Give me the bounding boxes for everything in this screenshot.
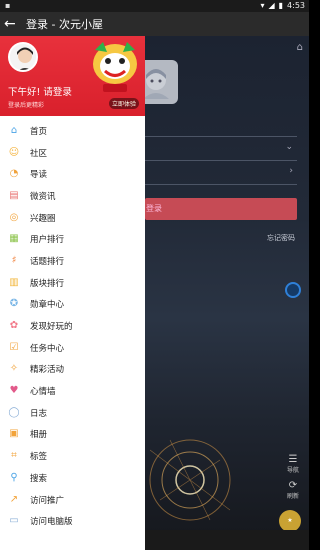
- login-button[interactable]: 登录: [145, 198, 297, 220]
- menu-item-label: 访问推广: [30, 495, 65, 506]
- page-title: 登录 - 次元小屋: [26, 18, 103, 31]
- password-field-underline: [145, 160, 297, 161]
- menu-item[interactable]: ▦ 用户排行: [0, 228, 145, 250]
- menu-item[interactable]: ⚲ 搜索: [0, 467, 145, 489]
- status-time: 4:53: [287, 1, 305, 10]
- menu-item-label: 版块排行: [30, 278, 65, 289]
- community-icon: ☺: [8, 146, 20, 158]
- menu-item[interactable]: ↗ 访问推广: [0, 489, 145, 511]
- menu-item-label: 勋章中心: [30, 300, 65, 311]
- menu-item[interactable]: ▣ 相册: [0, 424, 145, 446]
- status-icons: ▾ ◢ ▮ 4:53: [260, 1, 305, 10]
- board-rank-icon: ▥: [9, 276, 19, 288]
- mood-wall-icon: ♥: [9, 385, 19, 397]
- interest-circle-icon: ◎: [9, 211, 19, 223]
- drawer-menu: ⌂ 首页 ☺ 社区 ◔ 导读 ▤ 微资讯 ◎ 兴趣圈 ▦ 用户排行 ♯ 话题排行 ▥ 版块排行 ✪ 勋章中心 ✿ 发现…: [0, 116, 145, 532]
- discover-icon: ✿: [9, 320, 19, 332]
- news-icon: ▤: [9, 189, 19, 201]
- menu-item-label: 社区: [30, 148, 48, 159]
- share-icon: ↗: [9, 493, 19, 505]
- menu-item[interactable]: ◎ 兴趣圈: [0, 207, 145, 229]
- greeting-subtitle: 登录后更精彩: [8, 102, 45, 109]
- search-icon: ⚲: [10, 471, 18, 483]
- menu-item-label: 精彩活动: [30, 365, 65, 376]
- battery-icon: ▮: [278, 1, 284, 10]
- dropdown-icon[interactable]: ⌄: [285, 142, 293, 152]
- back-arrow-icon[interactable]: ←: [4, 12, 24, 36]
- menu-item-label: 访问电脑版: [30, 517, 73, 528]
- log-icon: ◯: [8, 406, 20, 418]
- menu-item[interactable]: ✪ 勋章中心: [0, 294, 145, 316]
- menu-item[interactable]: ⌂ 首页: [0, 120, 145, 142]
- home-icon: ⌂: [10, 124, 18, 136]
- menu-item[interactable]: ▭ 访问电脑版: [0, 510, 145, 532]
- menu-item[interactable]: ⌗ 标签: [0, 445, 145, 467]
- menu-item-label: 兴趣圈: [30, 213, 56, 224]
- floating-action-icon[interactable]: [285, 282, 301, 298]
- menu-item[interactable]: ♯ 话题排行: [0, 250, 145, 272]
- drawer-header[interactable]: 下午好! 请登录 登录后更精彩 立即体验: [0, 36, 145, 116]
- menu-item[interactable]: ✿ 发现好玩的: [0, 315, 145, 337]
- status-bar: ▪ ▾ ◢ ▮ 4:53: [0, 0, 309, 12]
- menu-item[interactable]: ◯ 日志: [0, 402, 145, 424]
- greeting-text: 下午好! 请登录: [8, 87, 72, 98]
- app-screen: ▪ ▾ ◢ ▮ 4:53 ← 登录 - 次元小屋 ⌂ ⌄ › 登录 忘记密码 ☰…: [0, 0, 309, 550]
- lion-dance-icon: [93, 42, 137, 92]
- menu-item-label: 话题排行: [30, 256, 65, 267]
- topic-rank-icon: ♯: [11, 254, 17, 266]
- medal-icon: ✪: [9, 298, 19, 310]
- tag-icon: ⌗: [11, 450, 17, 462]
- menu-item[interactable]: ♥ 心情墙: [0, 380, 145, 402]
- desktop-icon: ▭: [9, 515, 19, 527]
- menu-item[interactable]: ✧ 精彩活动: [0, 359, 145, 381]
- menu-item-label: 用户排行: [30, 235, 65, 246]
- toolbar: ← 登录 - 次元小屋: [0, 12, 309, 36]
- menu-item-label: 心情墙: [30, 387, 56, 398]
- menu-item-label: 发现好玩的: [30, 322, 73, 333]
- menu-item-label: 微资讯: [30, 191, 56, 202]
- chevron-right-icon[interactable]: ›: [289, 166, 293, 176]
- menu-item-label: 首页: [30, 126, 48, 137]
- user-avatar-icon: [10, 44, 36, 70]
- menu-item[interactable]: ☑ 任务中心: [0, 337, 145, 359]
- user-rank-icon: ▦: [9, 233, 19, 245]
- username-field-underline: [145, 136, 297, 137]
- activity-icon: ✧: [9, 363, 19, 375]
- menu-item[interactable]: ◔ 导读: [0, 163, 145, 185]
- menu-item-label: 日志: [30, 408, 48, 419]
- forgot-password-link[interactable]: 忘记密码: [267, 233, 295, 243]
- home-icon[interactable]: ⌂: [297, 42, 303, 53]
- album-icon: ▣: [9, 428, 19, 440]
- menu-item-label: 导读: [30, 170, 48, 181]
- task-icon: ☑: [9, 341, 19, 353]
- menu-item-label: 相册: [30, 430, 48, 441]
- menu-item-label: 搜索: [30, 473, 48, 484]
- menu-item-label: 任务中心: [30, 343, 65, 354]
- signal-icon: ◢: [268, 1, 275, 10]
- field-divider: [145, 184, 297, 185]
- menu-item[interactable]: ▤ 微资讯: [0, 185, 145, 207]
- promo-badge[interactable]: 立即体验: [108, 98, 139, 109]
- guide-icon: ◔: [9, 168, 19, 180]
- wifi-icon: ▾: [260, 1, 265, 10]
- avatar[interactable]: [8, 42, 38, 72]
- navigation-drawer: 下午好! 请登录 登录后更精彩 立即体验 ⌂ 首页 ☺ 社区 ◔ 导读 ▤ 微资讯 ◎ 兴趣圈 ▦ 用…: [0, 36, 145, 550]
- menu-item[interactable]: ▥ 版块排行: [0, 272, 145, 294]
- menu-item-label: 标签: [30, 452, 48, 463]
- menu-item[interactable]: ☺ 社区: [0, 142, 145, 164]
- android-notification-icon: ▪: [5, 1, 11, 10]
